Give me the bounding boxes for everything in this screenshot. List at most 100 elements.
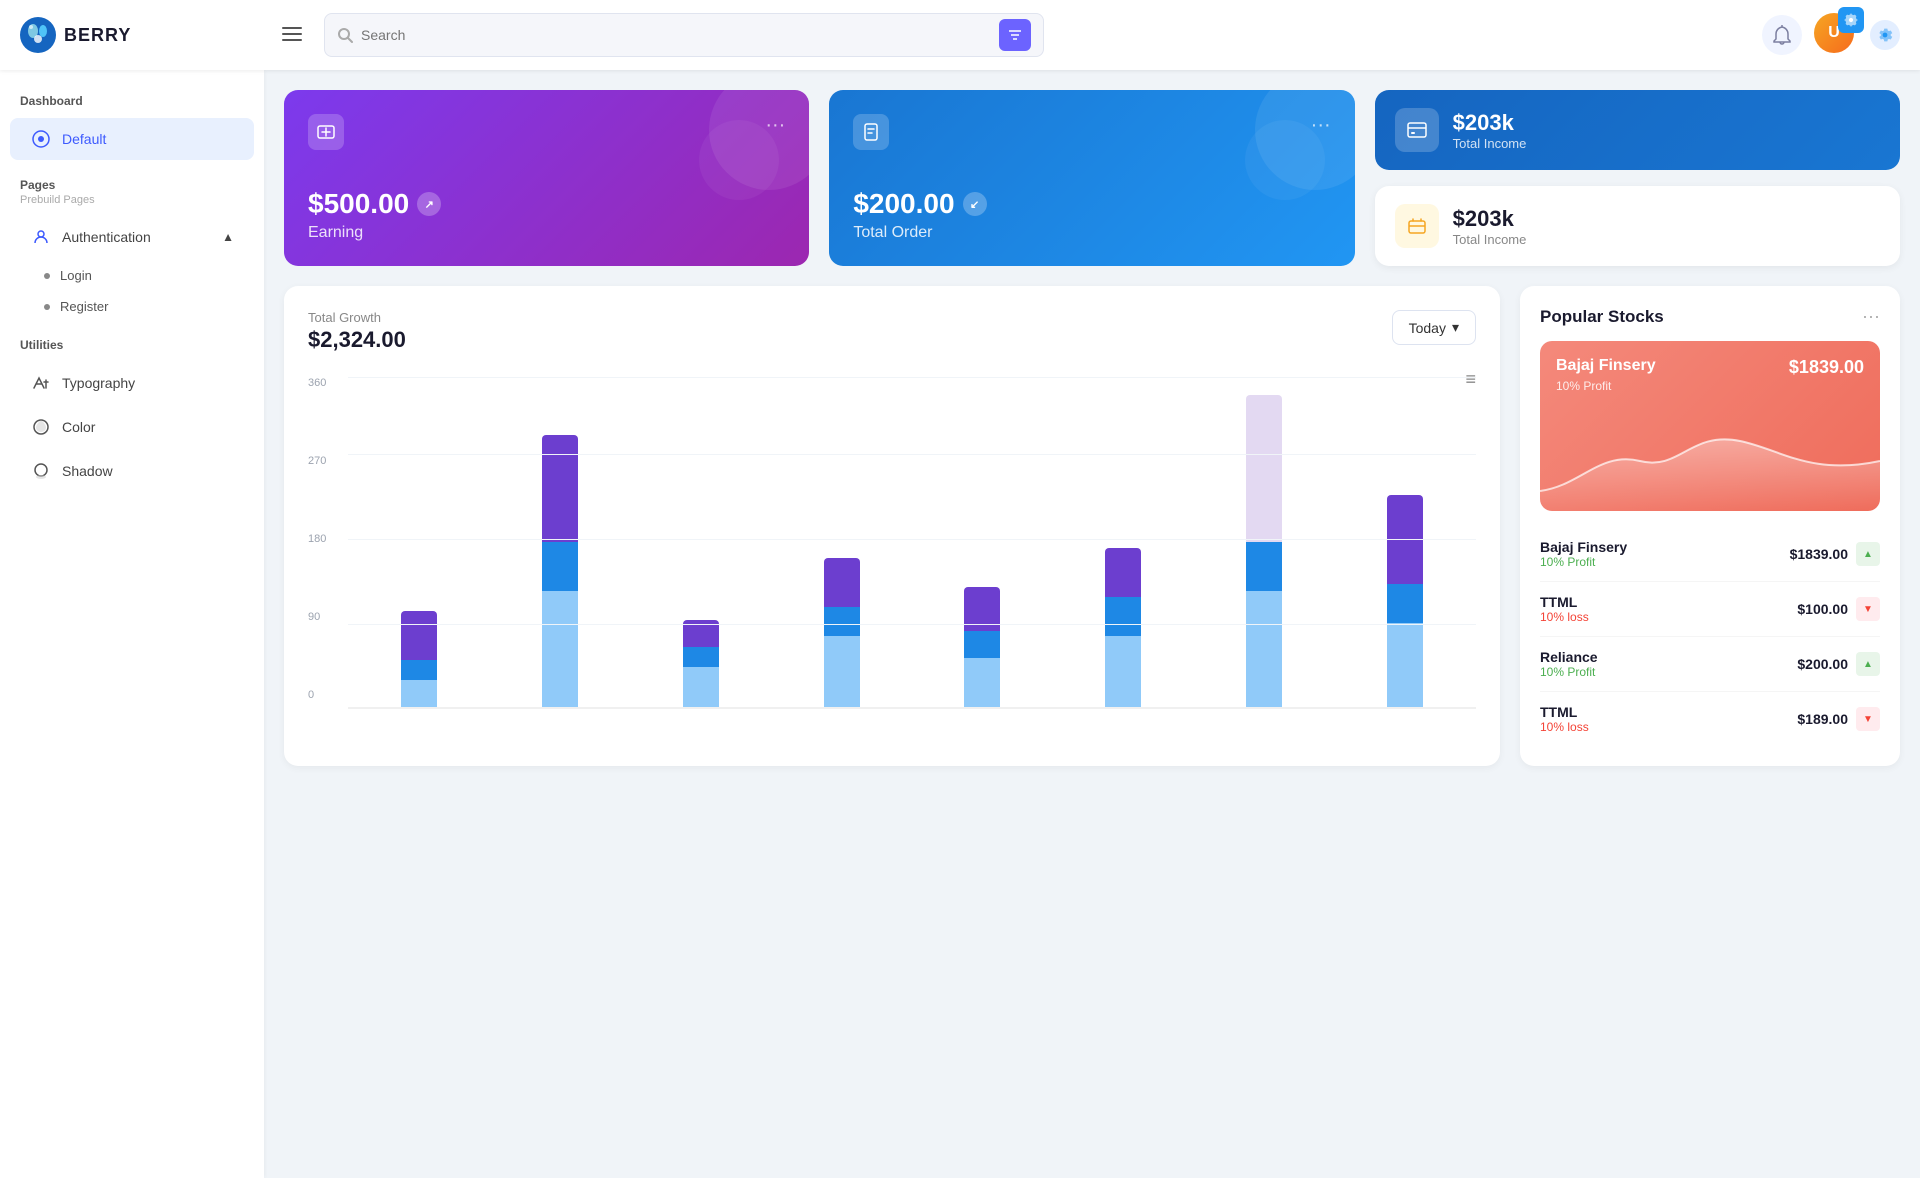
shadow-label: Shadow <box>62 463 113 479</box>
bar-segment-purple <box>542 435 578 542</box>
trend-up-icon: ▲ <box>1856 542 1880 566</box>
menu-button[interactable] <box>276 21 308 50</box>
sidebar-item-default[interactable]: Default <box>10 118 254 160</box>
color-label: Color <box>62 419 95 435</box>
right-cards: $203k Total Income $203k Total <box>1375 90 1900 266</box>
gear-secondary-button[interactable] <box>1870 20 1900 50</box>
stock-row: Bajaj Finsery10% Profit$1839.00 ▲ <box>1540 527 1880 582</box>
income-card-1: $203k Total Income <box>1375 90 1900 170</box>
layout: Dashboard Default Pages Prebuild Pages <box>0 70 1920 1178</box>
typography-icon <box>30 372 52 394</box>
search-icon <box>337 27 353 43</box>
gear-secondary-icon <box>1877 27 1893 43</box>
mini-chart-area <box>1540 401 1880 511</box>
bar-segment-blue <box>542 542 578 591</box>
notification-button[interactable] <box>1762 15 1802 55</box>
chevron-up-icon: ▲ <box>222 230 234 244</box>
utilities-section-label: Utilities <box>0 334 264 360</box>
bar-group <box>640 387 763 707</box>
sidebar-item-typography[interactable]: Typography <box>10 362 254 404</box>
auth-icon <box>30 226 52 248</box>
stocks-card: Popular Stocks ··· Bajaj Finsery 10% Pro… <box>1520 286 1900 766</box>
filter-icon <box>1008 28 1022 42</box>
bar-group <box>1343 387 1466 707</box>
featured-stock-price: $1839.00 <box>1789 357 1864 378</box>
bar-segment-purple <box>1105 548 1141 597</box>
stock-name: Bajaj Finsery <box>1540 539 1790 555</box>
grid-line-90 <box>348 624 1476 625</box>
gear-icon <box>1844 13 1858 27</box>
trend-down-icon: ▼ <box>1856 597 1880 621</box>
header-right: U <box>1762 13 1900 57</box>
grid-line-180 <box>348 539 1476 540</box>
default-icon <box>30 128 52 150</box>
app-name: BERRY <box>64 25 131 46</box>
order-card: ··· $200.00 ↙ Total Order <box>829 90 1354 266</box>
bottom-row: Total Growth $2,324.00 Today ▾ ≡ 360 270… <box>284 286 1900 766</box>
stock-name: Reliance <box>1540 649 1797 665</box>
register-label: Register <box>60 299 108 314</box>
income-1-value: $203k <box>1453 110 1527 136</box>
typography-label: Typography <box>62 375 135 391</box>
bar-segment-light <box>824 636 860 707</box>
income-icon-2 <box>1395 204 1439 248</box>
avatar-area: U <box>1814 13 1858 57</box>
earning-icon <box>308 114 344 150</box>
featured-stock-profit: 10% Profit <box>1556 379 1864 393</box>
search-input[interactable] <box>361 27 991 43</box>
sidebar-auth-label: Authentication <box>62 229 151 245</box>
income-2-info: $203k Total Income <box>1453 206 1527 247</box>
trend-down-icon: ▼ <box>1856 707 1880 731</box>
chart-body: ≡ 360 270 180 90 0 <box>308 369 1476 709</box>
sidebar: Dashboard Default Pages Prebuild Pages <box>0 70 264 1178</box>
bar-segment-blue <box>1105 597 1141 636</box>
order-amount: $200.00 ↙ <box>853 188 1330 220</box>
sub-dot-login <box>44 273 50 279</box>
pages-section-label: Pages Prebuild Pages <box>0 174 264 214</box>
chart-amount: $2,324.00 <box>308 327 406 353</box>
income-1-info: $203k Total Income <box>1453 110 1527 151</box>
stocks-dots[interactable]: ··· <box>1862 306 1880 327</box>
income-1-label: Total Income <box>1453 136 1527 151</box>
bar-segment-light <box>1387 623 1423 707</box>
chart-info: Total Growth $2,324.00 <box>308 310 406 353</box>
stock-row: TTML10% loss$189.00▼ <box>1540 692 1880 746</box>
grid-line-270 <box>348 454 1476 455</box>
sidebar-subitem-login[interactable]: Login <box>0 260 264 291</box>
hamburger-icon <box>282 27 302 41</box>
bar-group <box>780 387 903 707</box>
logo-area: BERRY <box>20 17 260 53</box>
sidebar-item-shadow[interactable]: Shadow <box>10 450 254 492</box>
chart-title: Total Growth <box>308 310 406 325</box>
sidebar-item-authentication[interactable]: Authentication ▲ <box>10 216 254 258</box>
filter-button[interactable] <box>999 19 1031 51</box>
order-card-bg-shape2 <box>1245 120 1325 200</box>
bar-segment-light <box>401 680 437 707</box>
grid-line-360 <box>348 377 1476 378</box>
bar-segment-light <box>683 667 719 707</box>
today-button[interactable]: Today ▾ <box>1392 310 1476 345</box>
chart-menu-icon[interactable]: ≡ <box>1465 369 1476 390</box>
sidebar-item-color[interactable]: Color <box>10 406 254 448</box>
bar-group <box>358 387 481 707</box>
stock-row: Reliance10% Profit$200.00▲ <box>1540 637 1880 692</box>
stock-profit: 10% Profit <box>1540 555 1790 569</box>
card-bg-shape2 <box>699 120 779 200</box>
income-2-label: Total Income <box>1453 232 1527 247</box>
search-bar <box>324 13 1044 57</box>
bar-segment-light <box>1246 591 1282 707</box>
bar-segment-light <box>1105 636 1141 707</box>
order-icon <box>853 114 889 150</box>
settings-badge[interactable] <box>1838 7 1864 33</box>
bar-segment-blue <box>1387 584 1423 623</box>
stock-price: $200.00 <box>1797 656 1848 672</box>
bar-segment-blue <box>824 607 860 636</box>
color-icon <box>30 416 52 438</box>
stock-profit: 10% loss <box>1540 610 1797 624</box>
sidebar-default-label: Default <box>62 131 106 147</box>
sidebar-subitem-register[interactable]: Register <box>0 291 264 322</box>
order-trend-icon: ↙ <box>963 192 987 216</box>
bar-group <box>499 387 622 707</box>
stock-price: $1839.00 <box>1790 546 1848 562</box>
earning-amount: $500.00 ↗ <box>308 188 785 220</box>
